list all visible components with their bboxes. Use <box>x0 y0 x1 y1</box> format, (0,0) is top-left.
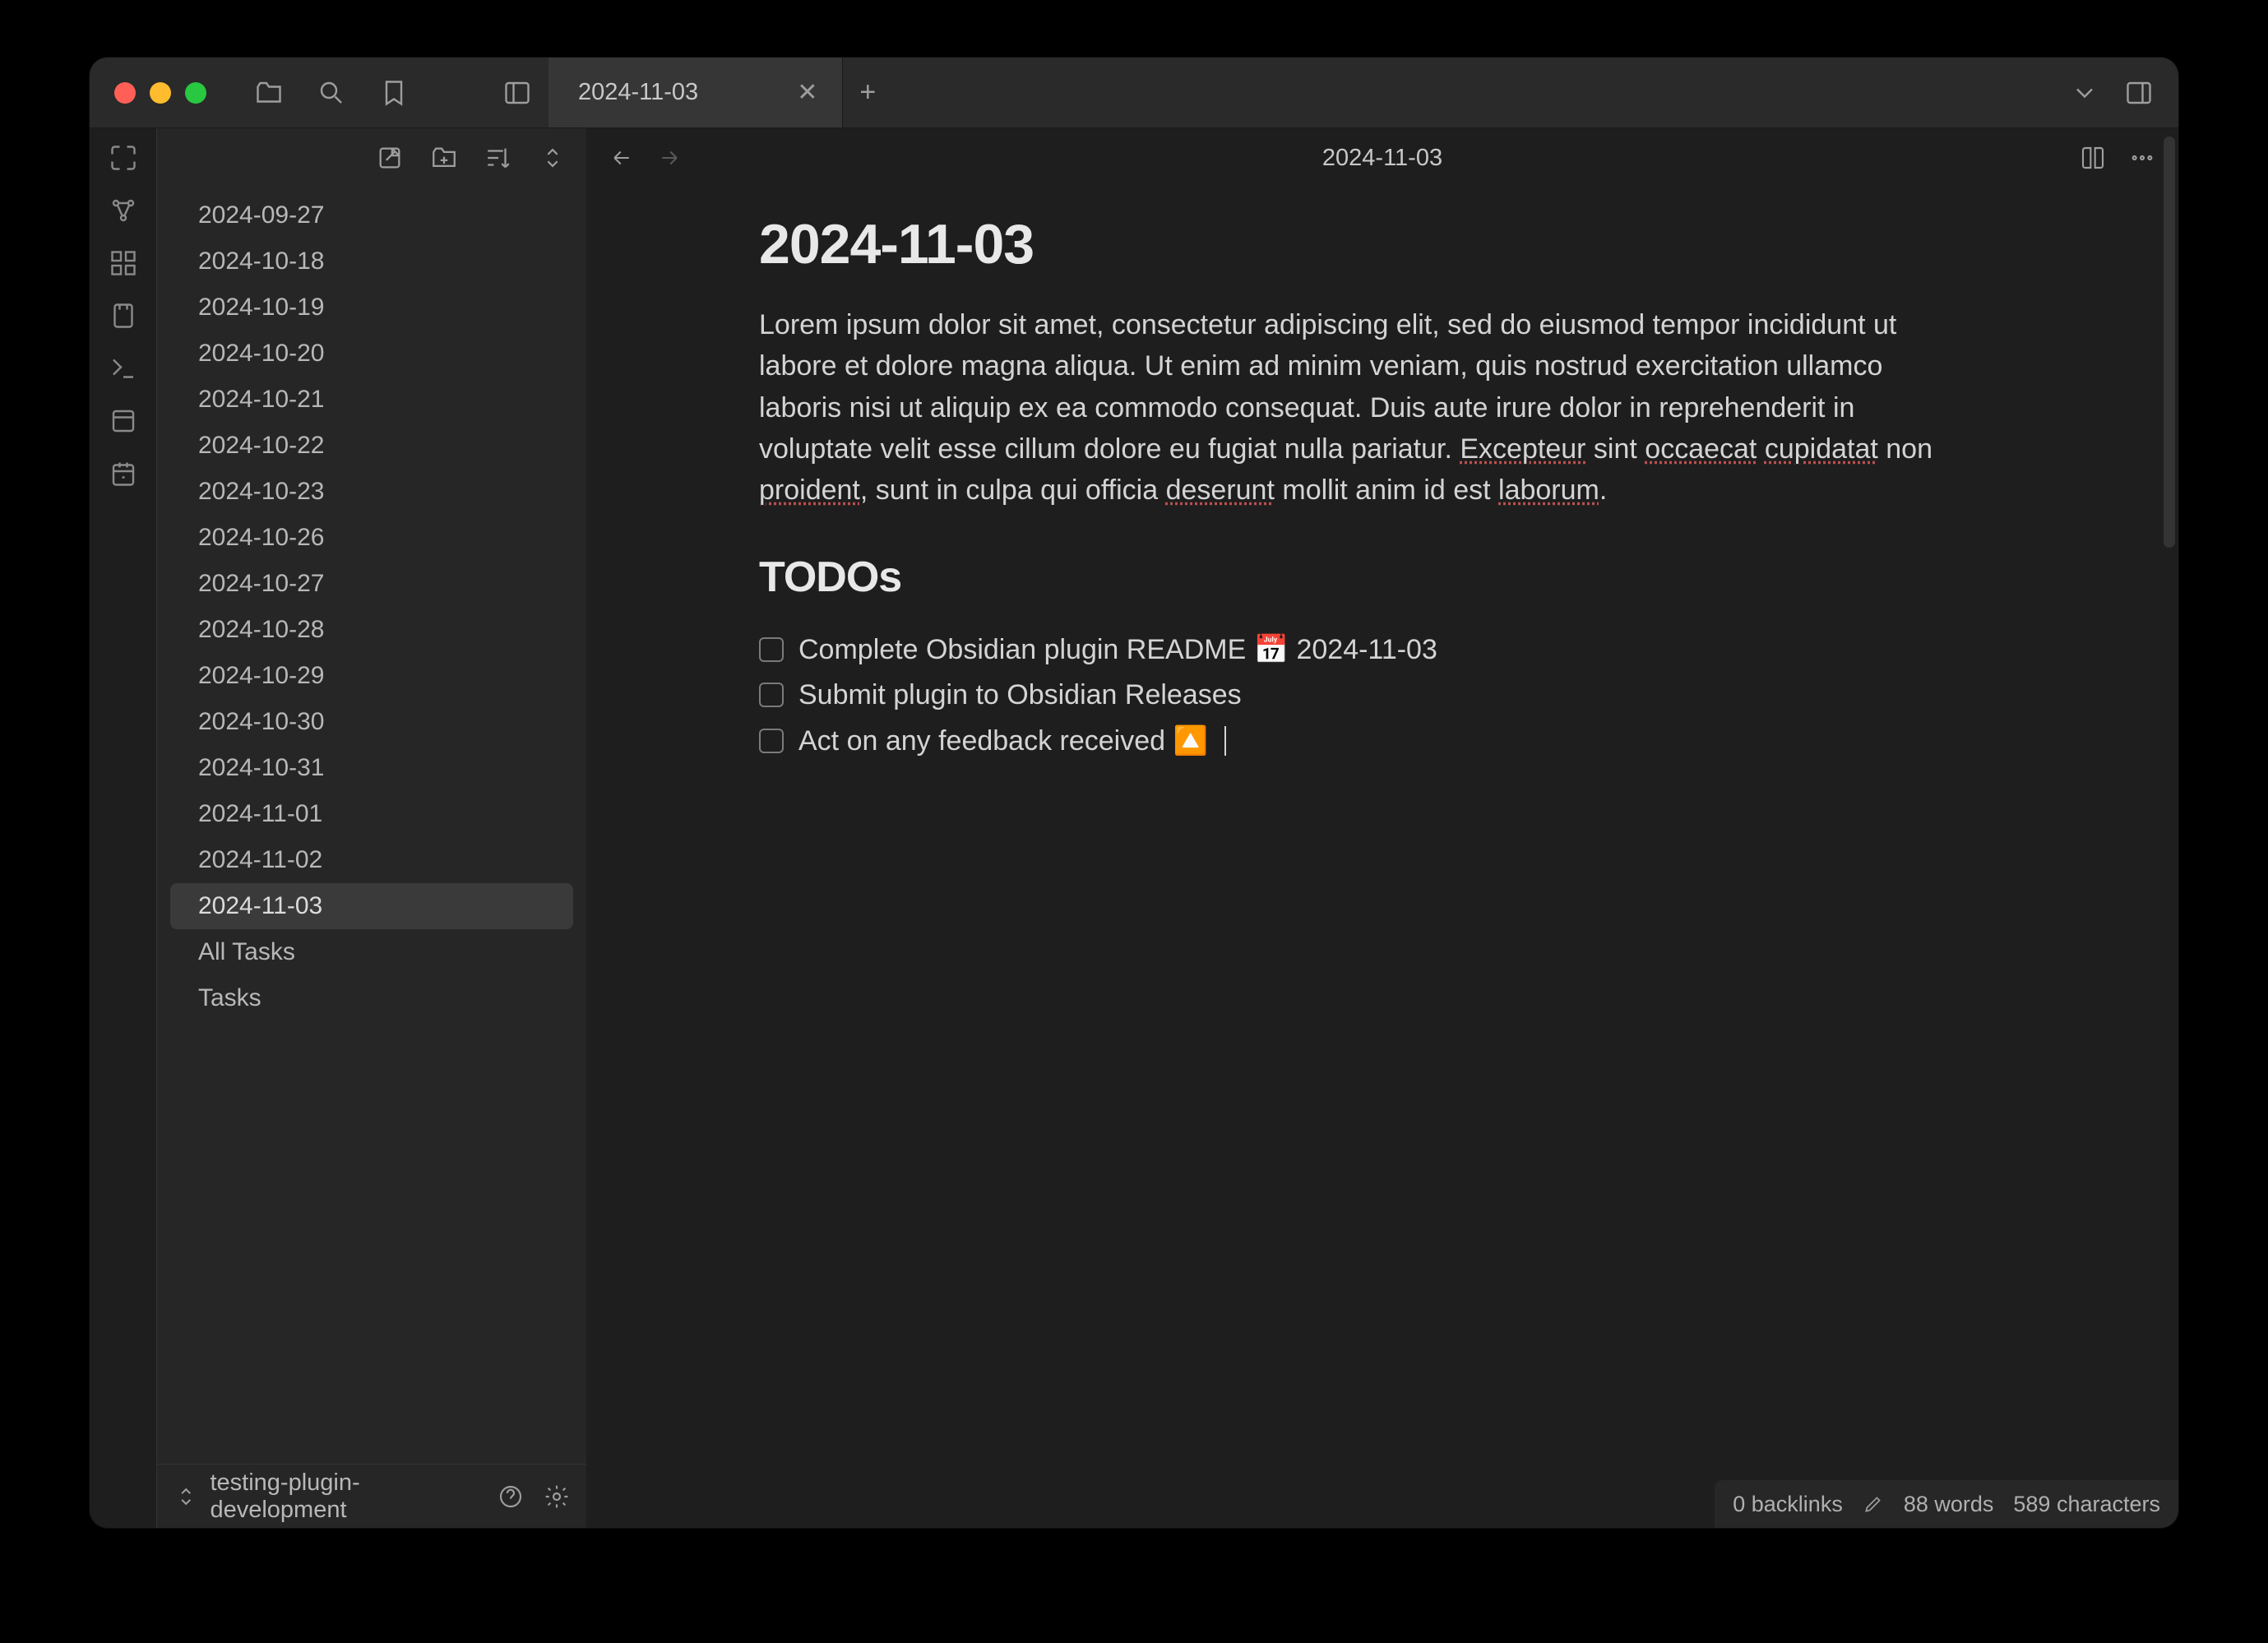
vault-switcher[interactable]: testing-plugin-development <box>174 1469 483 1524</box>
pencil-icon[interactable] <box>1863 1493 1884 1515</box>
window-controls <box>90 82 238 104</box>
file-item[interactable]: 2024-11-03 <box>170 883 573 929</box>
todo-text: Act on any feedback received 🔼 <box>798 724 1208 757</box>
new-tab-button[interactable]: + <box>843 58 892 127</box>
search-icon[interactable] <box>317 78 346 108</box>
status-backlinks[interactable]: 0 backlinks <box>1733 1492 1843 1517</box>
status-words[interactable]: 88 words <box>1904 1492 1994 1517</box>
file-item[interactable]: All Tasks <box>170 929 573 975</box>
tab-active[interactable]: 2024-11-03 ✕ <box>548 58 843 127</box>
checkbox[interactable] <box>759 637 784 662</box>
file-item[interactable]: 2024-10-23 <box>170 469 573 515</box>
checkbox[interactable] <box>759 683 784 707</box>
file-item[interactable]: 2024-10-18 <box>170 238 573 285</box>
sidebar-footer: testing-plugin-development <box>157 1464 586 1528</box>
minimize-window-button[interactable] <box>150 82 171 104</box>
note-path-title[interactable]: 2024-11-03 <box>1322 145 1442 172</box>
main-area: 2024-09-272024-10-182024-10-192024-10-20… <box>90 128 2178 1528</box>
todo-item[interactable]: Act on any feedback received 🔼 <box>759 718 1935 764</box>
tab-bar: 2024-11-03 ✕ + <box>548 58 2070 127</box>
todo-text: Complete Obsidian plugin README 📅 2024-1… <box>798 633 1437 666</box>
ribbon <box>90 128 157 1528</box>
daily-note-icon[interactable] <box>109 301 138 331</box>
canvas-icon[interactable] <box>109 248 138 278</box>
file-explorer-toolbar <box>157 128 586 187</box>
quick-switcher-icon[interactable] <box>109 143 138 173</box>
calendar-icon[interactable] <box>109 459 138 488</box>
file-explorer: 2024-09-272024-10-182024-10-192024-10-20… <box>157 128 586 1528</box>
toggle-left-sidebar-icon[interactable] <box>502 78 532 108</box>
vault-chevron-icon <box>174 1483 198 1510</box>
maximize-window-button[interactable] <box>185 82 206 104</box>
file-item[interactable]: 2024-10-22 <box>170 423 573 469</box>
more-options-icon[interactable] <box>2129 145 2155 171</box>
file-item[interactable]: 2024-10-30 <box>170 699 573 745</box>
note-h2: TODOs <box>759 553 1935 602</box>
chevron-down-icon[interactable] <box>2070 78 2099 108</box>
graph-icon[interactable] <box>109 196 138 225</box>
settings-icon[interactable] <box>544 1483 570 1510</box>
status-bar: 0 backlinks 88 words 589 characters <box>1715 1480 2178 1528</box>
file-item[interactable]: 2024-10-28 <box>170 607 573 653</box>
todo-text: Submit plugin to Obsidian Releases <box>798 679 1242 711</box>
file-item[interactable]: 2024-11-01 <box>170 791 573 837</box>
reading-view-icon[interactable] <box>2080 145 2106 171</box>
file-item[interactable]: 2024-11-02 <box>170 837 573 883</box>
vault-name: testing-plugin-development <box>210 1469 483 1524</box>
files-icon[interactable] <box>254 78 284 108</box>
text-cursor <box>1224 726 1226 756</box>
file-item[interactable]: 2024-10-31 <box>170 745 573 791</box>
new-note-icon[interactable] <box>376 144 404 172</box>
todo-item[interactable]: Complete Obsidian plugin README 📅 2024-1… <box>759 627 1935 673</box>
file-item[interactable]: 2024-10-20 <box>170 331 573 377</box>
command-icon[interactable] <box>109 354 138 383</box>
titlebar: 2024-11-03 ✕ + <box>90 58 2178 128</box>
file-item[interactable]: 2024-10-29 <box>170 653 573 699</box>
editor-header: 2024-11-03 <box>586 128 2178 187</box>
toggle-right-sidebar-icon[interactable] <box>2124 78 2154 108</box>
sidebar-tab-switcher <box>254 78 409 108</box>
help-icon[interactable] <box>498 1483 524 1510</box>
file-item[interactable]: 2024-10-21 <box>170 377 573 423</box>
editor-pane: 2024-11-03 2024-11-03 Lorem ipsum dolor … <box>586 128 2178 1528</box>
file-item[interactable]: 2024-10-19 <box>170 285 573 331</box>
app-window: 2024-11-03 ✕ + 2024-0 <box>90 58 2178 1528</box>
bookmark-icon[interactable] <box>379 78 409 108</box>
note-paragraph: Lorem ipsum dolor sit amet, consectetur … <box>759 304 1935 511</box>
tab-close-icon[interactable]: ✕ <box>797 78 817 107</box>
collapse-icon[interactable] <box>539 144 567 172</box>
file-item[interactable]: Tasks <box>170 975 573 1021</box>
editor-scrollbar[interactable] <box>2164 137 2175 548</box>
file-item[interactable]: 2024-09-27 <box>170 192 573 238</box>
new-folder-icon[interactable] <box>430 144 458 172</box>
todo-list: Complete Obsidian plugin README 📅 2024-1… <box>759 627 1935 764</box>
status-chars[interactable]: 589 characters <box>2013 1492 2160 1517</box>
todo-item[interactable]: Submit plugin to Obsidian Releases <box>759 673 1935 718</box>
file-item[interactable]: 2024-10-27 <box>170 561 573 607</box>
close-window-button[interactable] <box>114 82 136 104</box>
note-h1: 2024-11-03 <box>759 212 1935 276</box>
checkbox[interactable] <box>759 729 784 753</box>
sort-icon[interactable] <box>484 144 512 172</box>
nav-forward-icon <box>657 146 682 170</box>
file-item[interactable]: 2024-10-26 <box>170 515 573 561</box>
nav-back-icon[interactable] <box>609 146 634 170</box>
tab-title: 2024-11-03 <box>578 79 698 106</box>
templates-icon[interactable] <box>109 406 138 436</box>
editor-body[interactable]: 2024-11-03 Lorem ipsum dolor sit amet, c… <box>586 187 2178 1528</box>
file-list[interactable]: 2024-09-272024-10-182024-10-192024-10-20… <box>157 187 586 1464</box>
